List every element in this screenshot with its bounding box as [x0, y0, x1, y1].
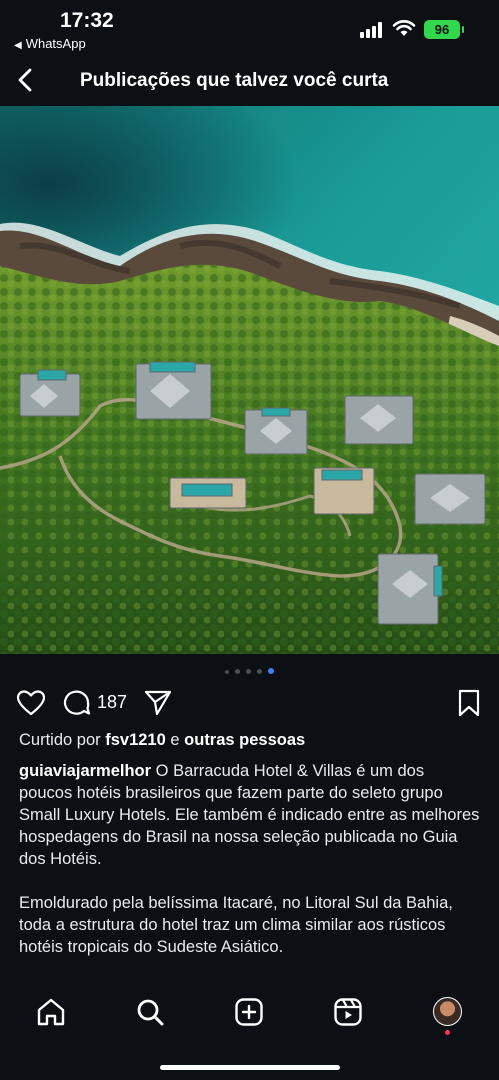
- carousel-dot-active: [268, 668, 274, 674]
- reels-icon[interactable]: [332, 996, 364, 1028]
- bottom-nav: [0, 980, 499, 1080]
- search-icon[interactable]: [134, 996, 166, 1028]
- profile-avatar[interactable]: [433, 997, 462, 1026]
- comment-count: 187: [97, 692, 128, 712]
- battery-icon: 96: [424, 20, 464, 39]
- status-time: 17:32: [60, 9, 114, 32]
- likes-prefix: Curtido por: [19, 731, 101, 749]
- page-title: Publicações que talvez você curta: [80, 70, 389, 91]
- post-image[interactable]: [0, 106, 499, 654]
- notification-dot: [445, 1030, 450, 1035]
- back-to-app-link[interactable]: ◀ WhatsApp: [14, 36, 86, 51]
- cellular-signal-icon: [360, 22, 384, 38]
- home-indicator: [160, 1065, 340, 1070]
- likes-line[interactable]: Curtido por fsv1210 e outras pessoas: [19, 731, 305, 750]
- carousel-dot: [246, 669, 251, 674]
- heart-icon[interactable]: [16, 688, 46, 718]
- create-icon[interactable]: [233, 996, 265, 1028]
- post-actions: 187: [0, 686, 499, 722]
- chevron-left-icon[interactable]: [12, 65, 42, 95]
- carousel-dot: [257, 669, 262, 674]
- home-icon[interactable]: [35, 996, 67, 1028]
- bookmark-icon[interactable]: [455, 688, 483, 718]
- page-header: Publicações que talvez você curta: [0, 56, 499, 106]
- share-icon[interactable]: [143, 688, 173, 718]
- carousel-dot: [235, 669, 240, 674]
- carousel-dot: [225, 670, 229, 674]
- likes-joiner: e: [170, 731, 180, 749]
- caption-username[interactable]: guiaviajarmelhor: [19, 762, 151, 780]
- caption-paragraph-1: guiaviajarmelhor O Barracuda Hotel & Vil…: [19, 760, 481, 870]
- back-app-label: WhatsApp: [25, 36, 86, 51]
- status-bar: 17:32 ◀ WhatsApp 96: [0, 0, 499, 56]
- carousel-indicator: [0, 668, 499, 674]
- wifi-icon: [392, 20, 416, 36]
- liked-by-user[interactable]: fsv1210: [105, 731, 166, 749]
- comment-icon[interactable]: [62, 688, 92, 718]
- caption-paragraph-2: Emoldurado pela belíssima Itacaré, no Li…: [19, 894, 453, 956]
- aerial-resort-photo: [0, 106, 499, 654]
- likes-others[interactable]: outras pessoas: [184, 731, 305, 749]
- post-caption: guiaviajarmelhor O Barracuda Hotel & Vil…: [19, 760, 481, 980]
- back-triangle-icon: ◀: [14, 40, 22, 51]
